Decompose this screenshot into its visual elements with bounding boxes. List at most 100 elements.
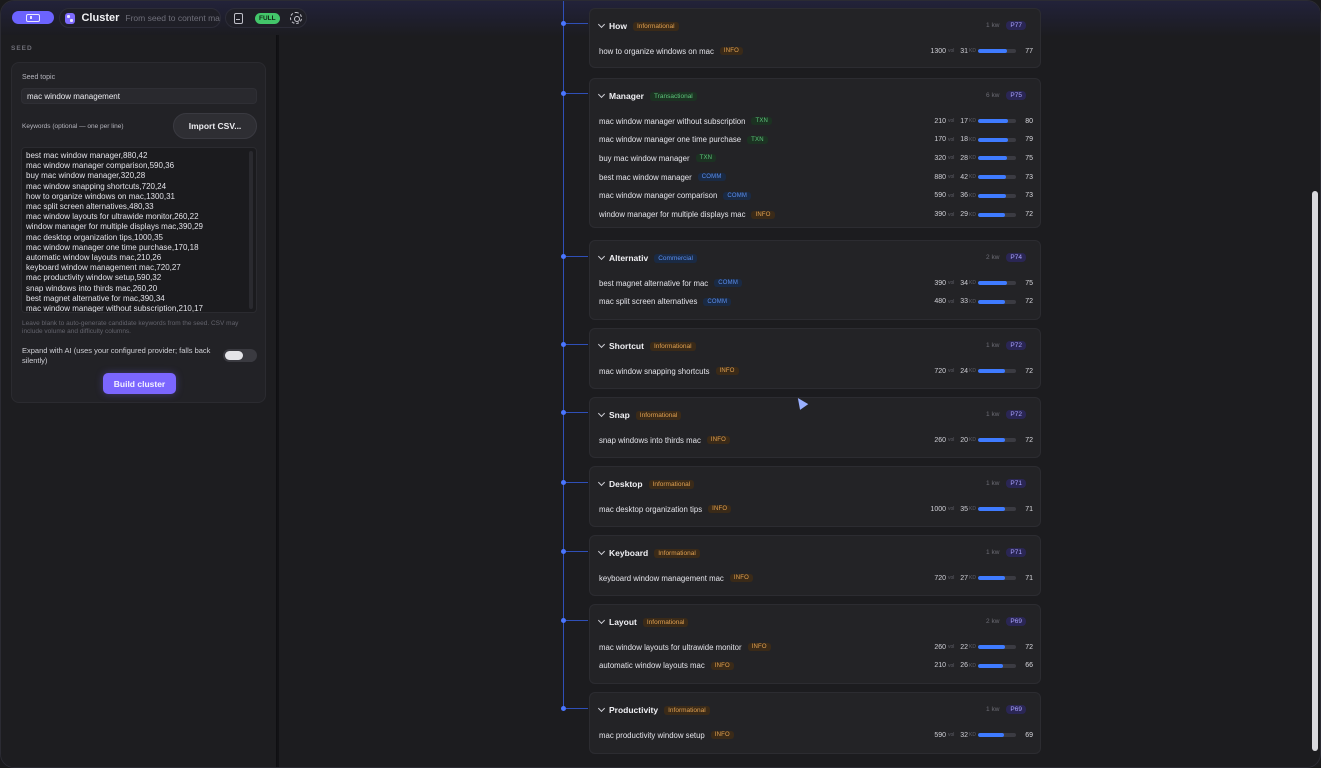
keyword-row[interactable]: buy mac window manager TXN 320 vol 28 KD 75 [599, 152, 1033, 164]
keyword-name: best mac window manager [599, 172, 692, 182]
intent-tag: INFO [729, 574, 753, 582]
chevron-down-icon[interactable] [597, 20, 606, 29]
cluster-card: Snap Informational 1 kw P72 snap windows int… [589, 397, 1041, 458]
cluster-card: Manager Transactional 6 kw P75 mac window ma… [589, 78, 1041, 228]
difficulty-value: 24 [960, 367, 968, 375]
intent-tag: INFO [747, 643, 771, 651]
cluster-header[interactable]: How Informational [597, 20, 679, 31]
cluster-header[interactable]: Alternativ Commercial [597, 252, 697, 263]
difficulty-value: 28 [960, 154, 968, 162]
seed-topic-input[interactable]: mac window management [21, 88, 257, 104]
chevron-down-icon[interactable] [597, 90, 606, 99]
keyword-row[interactable]: mac desktop organization tips INFO 1000 vol… [599, 503, 1033, 515]
score-value: 72 [1025, 298, 1033, 306]
priority-badge: P71 [1006, 548, 1026, 557]
sidebar-divider [277, 35, 279, 767]
main-scrollbar[interactable] [1312, 191, 1318, 751]
keyword-name: how to organize windows on mac [599, 46, 714, 56]
keyword-name: mac window manager comparison [599, 191, 718, 201]
score-bar [978, 299, 1016, 304]
keyword-metrics: 210 vol 26 KD 66 [924, 660, 1033, 672]
cluster-header[interactable]: Shortcut Informational [597, 340, 696, 351]
expand-ai-toggle[interactable] [223, 349, 257, 362]
keyword-row[interactable]: mac split screen alternatives COMM 480 vol 3… [599, 296, 1033, 308]
difficulty-unit: KD [969, 732, 976, 738]
mode-badge[interactable]: FULL [255, 13, 280, 24]
intent-tag: INFO [719, 47, 743, 55]
gear-icon[interactable] [290, 12, 302, 24]
keyword-name: keyboard window management mac [599, 573, 724, 583]
keyword-line: mac desktop organization tips,1000,35 [26, 232, 163, 242]
cluster-header[interactable]: Layout Informational [597, 616, 689, 627]
textarea-scrollbar[interactable] [249, 151, 253, 309]
sidebar-toggle-button[interactable] [12, 11, 54, 24]
chevron-down-icon[interactable] [597, 616, 606, 625]
chevron-down-icon[interactable] [597, 409, 606, 418]
keyword-row[interactable]: keyboard window management mac INFO 720 vol… [599, 572, 1033, 584]
cluster-title: Manager [609, 91, 644, 101]
keyword-row[interactable]: automatic window layouts mac INFO 210 vol 26… [599, 660, 1033, 672]
build-cluster-button[interactable]: Build cluster [103, 373, 176, 394]
score-bar-fill [978, 576, 1005, 580]
cluster-card: Keyboard Informational 1 kw P71 keyboard win… [589, 535, 1041, 596]
score-bar-fill [978, 733, 1005, 737]
tree-branch [566, 708, 588, 709]
app-title: Cluster [81, 12, 120, 24]
score-value: 72 [1025, 436, 1033, 444]
keywords-textarea[interactable]: best mac window manager,880,42 mac window… [21, 147, 257, 313]
tree-branch [566, 412, 588, 413]
chevron-down-icon[interactable] [597, 478, 606, 487]
keyword-row[interactable]: mac window manager comparison COMM 590 vol 3… [599, 190, 1033, 202]
app-window: Cluster From seed to content map FULL SE… [0, 0, 1321, 768]
volume-value: 590 [934, 192, 946, 200]
keyword-name: mac desktop organization tips [599, 504, 703, 514]
cluster-header[interactable]: Keyboard Informational [597, 547, 700, 558]
keyword-count: 2 kw [986, 618, 1000, 625]
chevron-down-icon[interactable] [597, 547, 606, 556]
keyword-count: 2 kw [986, 254, 1000, 261]
keyword-row[interactable]: window manager for multiple displays mac… [599, 209, 1033, 221]
keyword-row[interactable]: mac window manager without subscription T… [599, 115, 1033, 127]
volume-unit: vol [948, 192, 955, 199]
volume-value: 260 [934, 436, 946, 444]
difficulty-value: 33 [960, 298, 968, 306]
priority-badge: P72 [1006, 410, 1026, 419]
keyword-row[interactable]: best magnet alternative for mac COMM 390 vo… [599, 277, 1033, 289]
keyword-row[interactable]: mac window layouts for ultrawide monitor… [599, 641, 1033, 653]
cluster-header[interactable]: Manager Transactional [597, 90, 697, 101]
difficulty-unit: KD [969, 575, 976, 581]
difficulty-value: 27 [960, 574, 968, 582]
keyword-row[interactable]: how to organize windows on mac INFO 1300 vo… [599, 45, 1033, 57]
keyword-row[interactable]: snap windows into thirds mac INFO 260 vol 20… [599, 434, 1033, 446]
keyword-metrics: 260 vol 20 KD 72 [924, 434, 1033, 446]
score-bar [978, 193, 1016, 198]
score-value: 73 [1025, 173, 1033, 181]
keyword-row[interactable]: mac productivity window setup INFO 590 vol 3… [599, 729, 1033, 741]
volume-value: 260 [934, 643, 946, 651]
difficulty-value: 36 [960, 192, 968, 200]
chevron-down-icon[interactable] [597, 704, 606, 713]
import-csv-button[interactable]: Import CSV... [173, 113, 257, 139]
cluster-header[interactable]: Productivity Informational [597, 704, 710, 715]
chevron-down-icon[interactable] [597, 340, 606, 349]
cluster-header[interactable]: Desktop Informational [597, 478, 695, 489]
volume-unit: vol [948, 280, 955, 286]
score-bar [978, 119, 1016, 123]
difficulty-value: 31 [960, 47, 968, 55]
keyword-row[interactable]: mac window manager one time purchase TXN 1… [599, 134, 1033, 146]
cluster-card: Desktop Informational 1 kw P71 mac desktop o… [589, 466, 1041, 527]
keyword-row[interactable]: mac window snapping shortcuts INFO 720 vol 2… [599, 365, 1033, 377]
keyword-row[interactable]: best mac window manager COMM 880 vol 42 KD 73 [599, 171, 1033, 183]
keyword-count: 1 kw [986, 480, 1000, 487]
score-value: 80 [1025, 117, 1033, 125]
tree-trunk [563, 1, 564, 711]
keyword-metrics: 210 vol 17 KD 80 [924, 115, 1033, 127]
difficulty-value: 35 [960, 505, 968, 513]
intent-badge: Informational [642, 617, 689, 627]
chevron-down-icon[interactable] [597, 252, 606, 261]
keyword-name: mac window snapping shortcuts [599, 366, 710, 376]
cluster-header[interactable]: Snap Informational [597, 409, 682, 420]
keyword-metrics: 320 vol 28 KD 75 [924, 152, 1033, 164]
document-icon[interactable] [234, 13, 243, 24]
keyword-name: buy mac window manager [599, 153, 690, 163]
